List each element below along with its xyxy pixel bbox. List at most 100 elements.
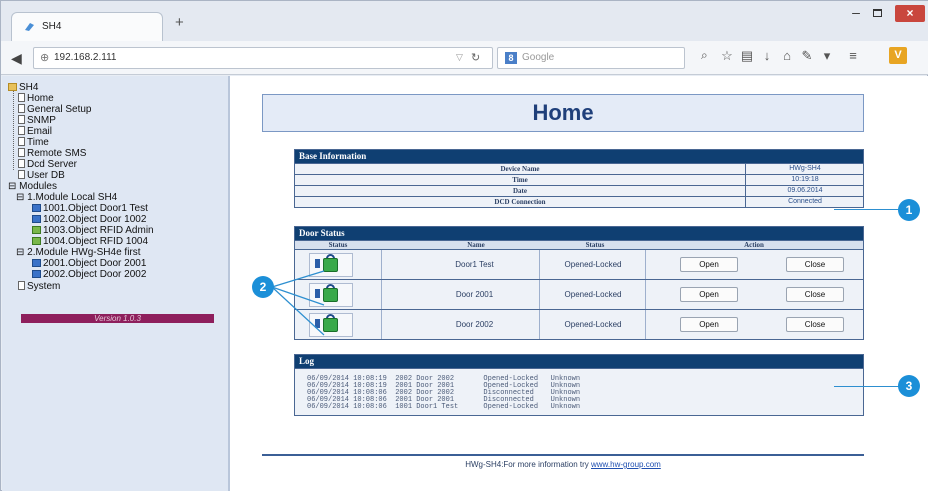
close-button[interactable]: Close — [786, 317, 844, 332]
base-info-value: HWg-SH4 — [789, 165, 821, 172]
sidebar-item-object-1004[interactable]: 1004.Object RFID 1004 — [32, 236, 148, 247]
sidebar-item-label: 1001.Object Door1 Test — [43, 203, 148, 214]
new-tab-button[interactable]: + — [175, 14, 184, 31]
sidebar-item-time[interactable]: Time — [18, 137, 49, 148]
minimize-icon[interactable]: ‒ — [849, 5, 863, 21]
home-icon[interactable]: ⌂ — [779, 48, 795, 63]
tab-sh4[interactable]: SH4 — [11, 12, 163, 41]
base-info-panel: Base Information Device Name HWg-SH4 Tim… — [294, 149, 864, 208]
table-row: Door 2002 Opened-Locked Open Close — [295, 309, 863, 339]
door-status-panel: Door Status Status Name Status Action Do… — [294, 226, 864, 340]
search-icon[interactable]: ⌕ — [701, 48, 708, 63]
log-body: 06/09/2014 10:08:19 2002 Door 2002 Opene… — [295, 368, 863, 415]
base-info-value: 09.06.2014 — [787, 187, 823, 194]
sidebar-item-object-1003[interactable]: 1003.Object RFID Admin — [32, 225, 154, 236]
callout-3-badge: 3 — [898, 375, 920, 397]
page-title: Home — [532, 100, 594, 125]
base-info-label: DCD Connection — [295, 197, 746, 207]
door-status-header-row: Status Name Status Action — [295, 240, 863, 249]
door-status-heading: Door Status — [295, 227, 863, 240]
extension-icon[interactable]: ✎ — [799, 48, 815, 64]
menu-icon[interactable]: ≡ — [845, 48, 861, 63]
sidebar-item-object-2002[interactable]: 2002.Object Door 2002 — [32, 269, 146, 280]
sidebar-item-module-1[interactable]: ⊟ 1.Module Local SH4 — [16, 192, 117, 203]
footer-link[interactable]: www.hw-group.com — [591, 460, 661, 469]
page-icon — [18, 159, 25, 168]
reload-icon[interactable]: ↻ — [471, 51, 480, 64]
sidebar-item-label: 1004.Object RFID 1004 — [43, 236, 149, 247]
base-info-label: Time — [295, 175, 746, 185]
sidebar-item-snmp[interactable]: SNMP — [18, 115, 56, 126]
column-header-action: Action — [744, 241, 764, 249]
expand-minus-icon[interactable]: ⊟ — [16, 192, 24, 203]
log-panel: Log 06/09/2014 10:08:19 2002 Door 2002 O… — [294, 354, 864, 416]
sidebar-item-object-2001[interactable]: 2001.Object Door 2001 — [32, 258, 146, 269]
page-icon — [18, 126, 25, 135]
table-row: Door1 Test Opened-Locked Open Close — [295, 249, 863, 279]
open-button[interactable]: Open — [680, 257, 738, 272]
sidebar-item-object-1001[interactable]: 1001.Object Door1 Test — [32, 203, 148, 214]
history-dropdown-icon[interactable]: ▽ — [456, 52, 463, 63]
sidebar-item-label: 1003.Object RFID Admin — [43, 225, 154, 236]
base-info-row: Device Name HWg-SH4 — [295, 163, 863, 174]
expand-minus-icon[interactable]: ⊟ — [8, 181, 16, 192]
log-line: 06/09/2014 10:08:06 1001 Door1 Test Open… — [307, 403, 581, 411]
back-arrow-icon[interactable]: ◀ — [11, 51, 25, 65]
callout-2-lines — [271, 270, 325, 336]
sidebar-item-module-2[interactable]: ⊟ 2.Module HWg-SH4e first — [16, 247, 141, 258]
search-engine-icon[interactable]: 8 — [505, 52, 517, 64]
sidebar-item-label: Email — [27, 126, 53, 137]
tree-root[interactable]: SH4 — [8, 82, 38, 93]
globe-icon: ⊕ — [40, 52, 50, 64]
url-text: 192.168.2.111 — [54, 52, 117, 63]
open-button[interactable]: Open — [680, 287, 738, 302]
sidebar-item-system[interactable]: System — [18, 281, 60, 292]
sidebar-item-general-setup[interactable]: General Setup — [18, 104, 92, 115]
extension-menu-icon[interactable]: ▾ — [819, 48, 835, 64]
footer-text: HWg-SH4:For more information try — [465, 460, 591, 469]
door-name: Door 2001 — [455, 290, 494, 299]
search-box[interactable]: 8 Google — [497, 47, 685, 69]
callout-2-badge: 2 — [252, 276, 274, 298]
sidebar-item-dcd-server[interactable]: Dcd Server — [18, 159, 77, 170]
maximize-icon[interactable] — [873, 9, 882, 17]
door-icon — [32, 259, 41, 267]
page-icon — [18, 93, 25, 102]
close-icon[interactable]: × — [895, 5, 925, 22]
door-status: Opened-Locked — [564, 260, 622, 269]
address-bar[interactable]: ⊕ 192.168.2.111 ▽ ↻ — [33, 47, 493, 69]
log-heading: Log — [295, 355, 863, 368]
sidebar-item-modules[interactable]: ⊟ Modules — [8, 181, 57, 192]
base-info-row: Time 10:19:18 — [295, 174, 863, 185]
sidebar-tree: SH4 Home General Setup SNMP Email Time R… — [2, 76, 230, 491]
base-info-row: Date 09.06.2014 — [295, 185, 863, 196]
callout-1-badge: 1 — [898, 199, 920, 221]
rfid-icon — [32, 226, 41, 234]
expand-minus-icon[interactable]: ⊟ — [16, 247, 24, 258]
download-icon[interactable]: ↓ — [759, 48, 775, 63]
sidebar-item-label: Time — [27, 137, 49, 148]
door-status: Opened-Locked — [564, 320, 622, 329]
page-icon — [18, 148, 25, 157]
open-button[interactable]: Open — [680, 317, 738, 332]
page-icon — [18, 115, 25, 124]
base-info-label: Device Name — [295, 164, 746, 174]
sidebar-item-label: Home — [27, 93, 54, 104]
sidebar-item-home[interactable]: Home — [18, 93, 54, 104]
column-header-name: Name — [467, 241, 485, 249]
sidebar-item-object-1002[interactable]: 1002.Object Door 1002 — [32, 214, 146, 225]
bookmark-star-icon[interactable]: ☆ — [719, 48, 735, 64]
browser-window: SH4 + ‒ × ◀ ⊕ 192.168.2.111 ▽ ↻ 8 Google… — [0, 0, 928, 491]
door-name: Door1 Test — [455, 260, 494, 269]
addon-icon[interactable]: V — [889, 47, 907, 64]
close-button[interactable]: Close — [786, 287, 844, 302]
column-header-state: Status — [585, 241, 605, 249]
sidebar-item-label: Modules — [19, 181, 57, 192]
base-info-row: DCD Connection Connected — [295, 196, 863, 207]
reading-list-icon[interactable]: ▤ — [739, 48, 755, 64]
sidebar-item-user-db[interactable]: User DB — [18, 170, 65, 181]
sidebar-item-email[interactable]: Email — [18, 126, 52, 137]
close-button[interactable]: Close — [786, 257, 844, 272]
sidebar-item-remote-sms[interactable]: Remote SMS — [18, 148, 86, 159]
sidebar-item-label: 2.Module HWg-SH4e first — [27, 247, 141, 258]
